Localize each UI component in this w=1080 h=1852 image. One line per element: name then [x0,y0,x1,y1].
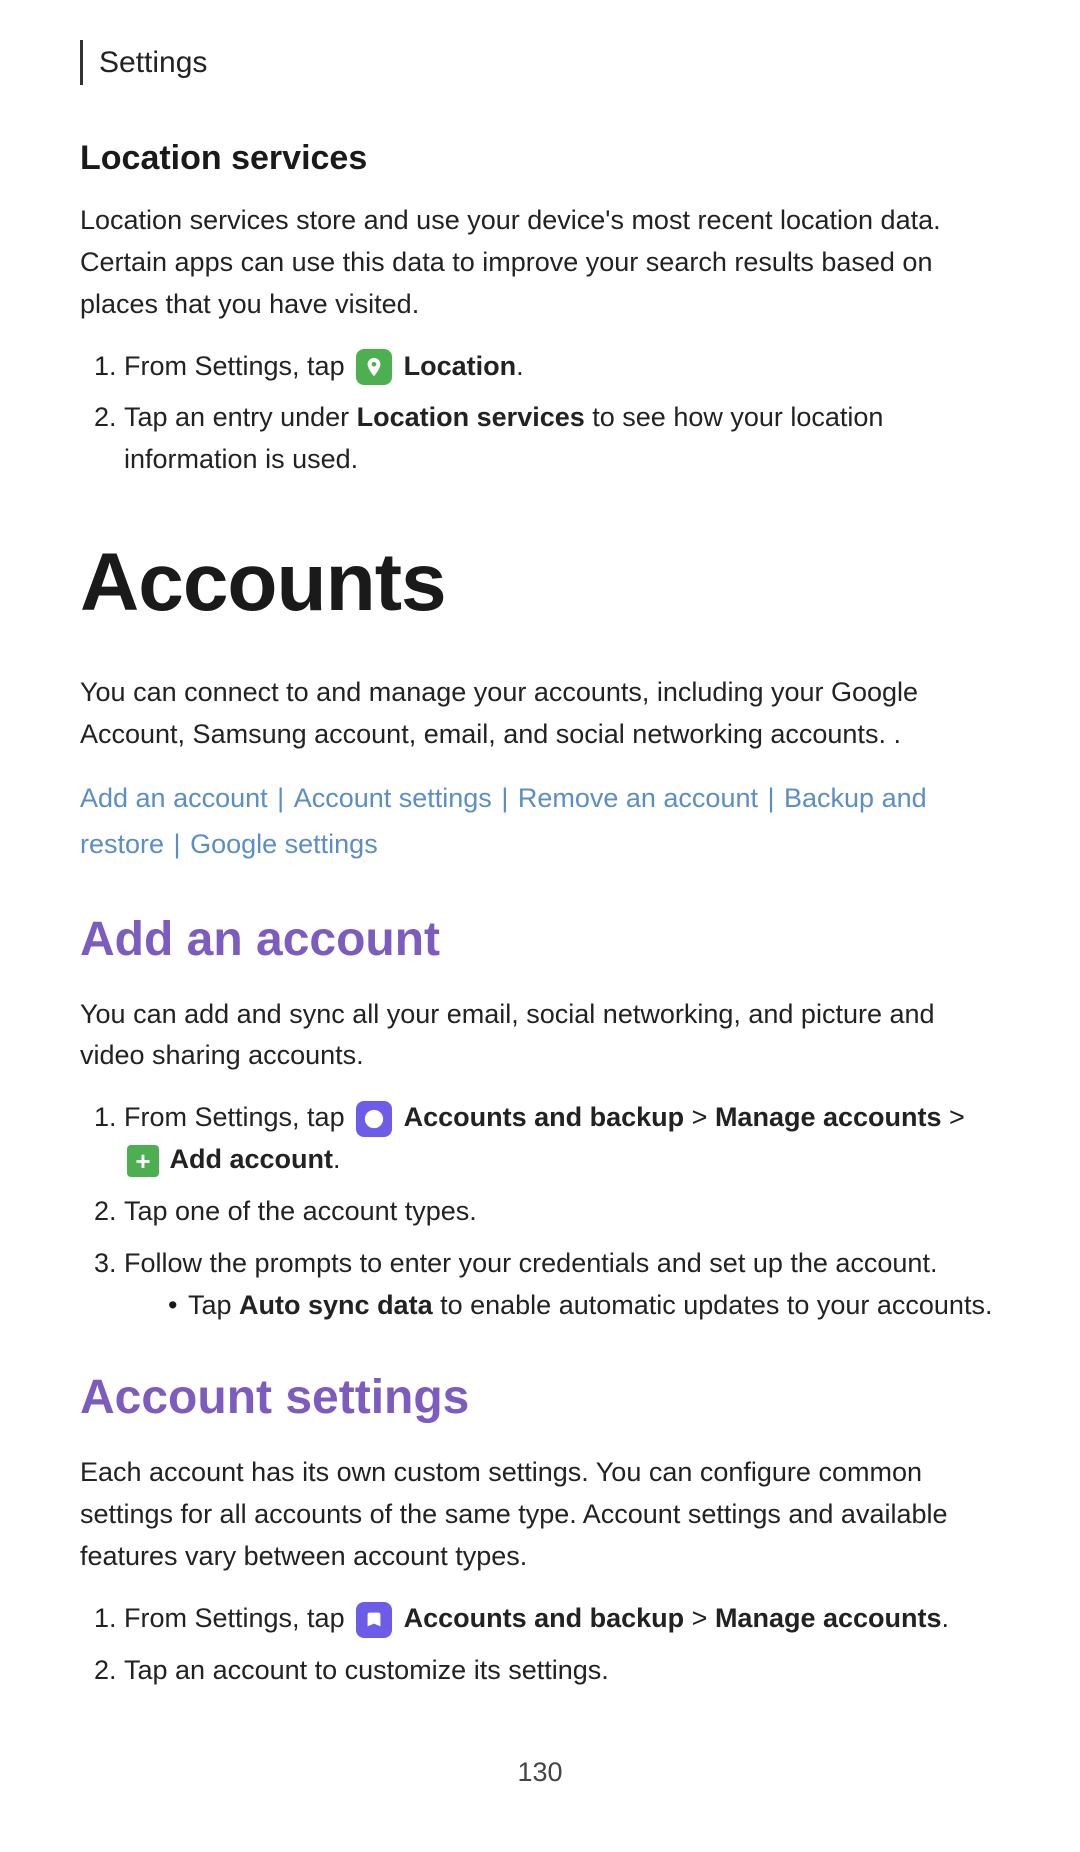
add-account-step-1: From Settings, tap Accounts and backup >… [124,1097,1000,1181]
settings-title: Settings [99,46,207,79]
link-account-settings[interactable]: Account settings [294,783,492,813]
account-settings-heading[interactable]: Account settings [80,1362,1000,1434]
location-step-2: Tap an entry under Location services to … [124,397,1000,481]
add-account-step-2: Tap one of the account types. [124,1191,1000,1233]
location-services-section: Location services Location services stor… [80,133,1000,481]
location-services-title: Location services [80,133,1000,184]
accounts-backup-bold-1: Accounts and backup [404,1102,685,1132]
settings-header: Settings [80,40,1000,85]
location-services-bold: Location services [357,402,585,432]
link-google-settings[interactable]: Google settings [190,829,378,859]
add-account-section: Add an account You can add and sync all … [80,904,1000,1327]
accounts-icon-2 [356,1602,392,1638]
page-number: 130 [80,1752,1000,1793]
link-add-account[interactable]: Add an account [80,783,268,813]
link-remove-account[interactable]: Remove an account [518,783,758,813]
accounts-intro: You can connect to and manage your accou… [80,672,1000,756]
manage-accounts-bold-1: Manage accounts [715,1102,942,1132]
location-bold: Location [404,351,517,381]
add-account-bold: Add account [170,1144,334,1174]
plus-icon [127,1145,159,1177]
account-settings-step-1: From Settings, tap Accounts and backup >… [124,1598,1000,1640]
manage-accounts-bold-2: Manage accounts [715,1603,942,1633]
add-account-heading[interactable]: Add an account [80,904,1000,976]
auto-sync-bold: Auto sync data [239,1290,433,1320]
account-settings-body: Each account has its own custom settings… [80,1452,1000,1578]
location-icon [356,349,392,385]
page-title: Accounts [80,521,1000,644]
account-settings-steps: From Settings, tap Accounts and backup >… [80,1598,1000,1692]
add-account-steps: From Settings, tap Accounts and backup >… [80,1097,1000,1326]
accounts-backup-bold-2: Accounts and backup [404,1603,685,1633]
quick-links-row: Add an account | Account settings | Remo… [80,776,1000,868]
location-step-1: From Settings, tap Location. [124,346,1000,388]
accounts-icon-1 [356,1101,392,1137]
location-steps-list: From Settings, tap Location. Tap an entr… [80,346,1000,482]
add-account-body: You can add and sync all your email, soc… [80,994,1000,1078]
add-account-bullet-list: Tap Auto sync data to enable automatic u… [124,1285,1000,1327]
account-settings-step-2: Tap an account to customize its settings… [124,1650,1000,1692]
account-settings-section: Account settings Each account has its ow… [80,1362,1000,1691]
location-services-body: Location services store and use your dev… [80,200,1000,326]
add-account-step-3: Follow the prompts to enter your credent… [124,1243,1000,1327]
auto-sync-bullet: Tap Auto sync data to enable automatic u… [168,1285,1000,1327]
